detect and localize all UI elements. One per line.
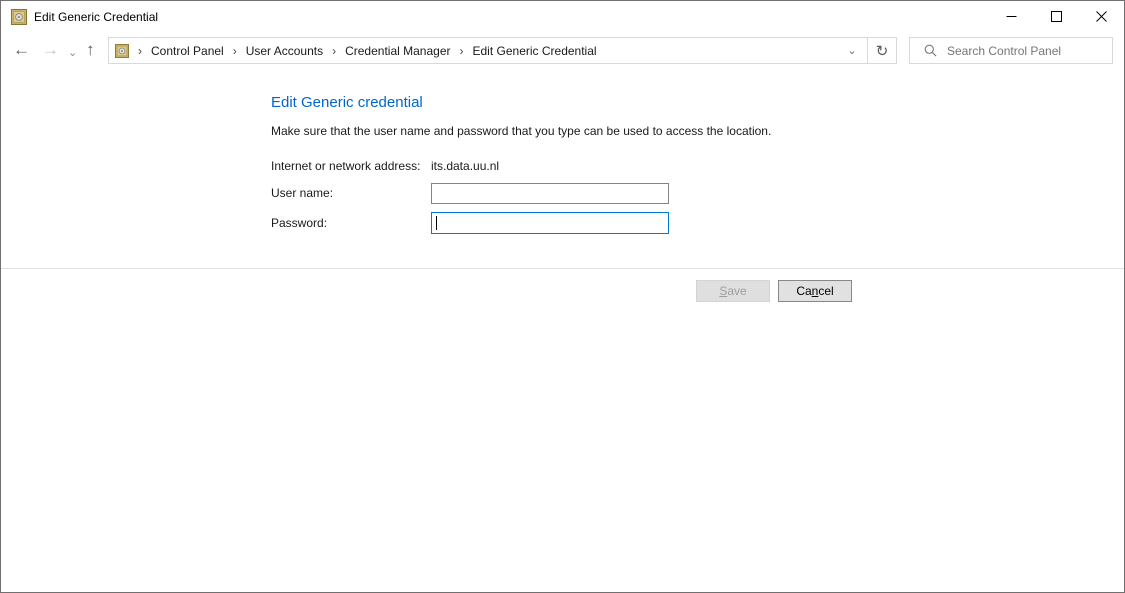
search-box[interactable]: [909, 37, 1113, 64]
close-icon: [1096, 11, 1107, 22]
page-title: Edit Generic credential: [271, 94, 423, 111]
address-value: its.data.uu.nl: [431, 159, 499, 173]
up-icon[interactable]: ↑: [86, 39, 95, 61]
breadcrumb-separator-icon: ›: [332, 44, 336, 58]
titlebar[interactable]: Edit Generic Credential: [1, 1, 1124, 33]
window-title: Edit Generic Credential: [34, 10, 158, 24]
breadcrumb-separator-icon: ›: [138, 44, 142, 58]
breadcrumb-dropdown-chevron-icon[interactable]: ⌄: [837, 44, 867, 57]
minimize-icon: [1006, 11, 1017, 22]
navigation-bar: ← → ⌄ ↑ › Control Panel › User Accounts …: [1, 33, 1124, 69]
refresh-icon: ↻: [876, 42, 889, 60]
password-field-wrap: [431, 212, 669, 234]
breadcrumb-separator-icon: ›: [233, 44, 237, 58]
text-caret: [436, 216, 437, 230]
footer-divider: [1, 268, 1124, 269]
breadcrumb-item-user-accounts[interactable]: User Accounts: [246, 44, 323, 58]
minimize-button[interactable]: [989, 1, 1034, 32]
search-icon: [924, 44, 937, 57]
breadcrumb[interactable]: › Control Panel › User Accounts › Creden…: [108, 37, 868, 64]
password-input[interactable]: [431, 212, 669, 234]
close-button[interactable]: [1079, 1, 1124, 32]
maximize-icon: [1051, 11, 1062, 22]
caption-buttons: [989, 1, 1124, 32]
cancel-button[interactable]: Cancel: [778, 280, 852, 302]
edit-generic-credential-window: Edit Generic Credential ← → ⌄ ↑: [0, 0, 1125, 593]
credential-manager-safe-icon: [11, 9, 27, 25]
credential-manager-safe-icon: [115, 44, 129, 58]
refresh-button[interactable]: ↻: [867, 37, 897, 64]
page-description: Make sure that the user name and passwor…: [271, 124, 771, 138]
breadcrumb-separator-icon: ›: [460, 44, 464, 58]
forward-icon[interactable]: →: [42, 39, 59, 61]
username-input[interactable]: [431, 183, 669, 204]
save-button[interactable]: Save: [696, 280, 770, 302]
recent-pages-chevron-icon[interactable]: ⌄: [68, 42, 77, 64]
breadcrumb-item-control-panel[interactable]: Control Panel: [151, 44, 224, 58]
password-label: Password:: [271, 216, 327, 230]
maximize-button[interactable]: [1034, 1, 1079, 32]
username-label: User name:: [271, 186, 333, 200]
username-field-wrap: [431, 183, 669, 204]
breadcrumb-item-credential-manager[interactable]: Credential Manager: [345, 44, 450, 58]
search-input[interactable]: [947, 44, 1112, 58]
address-label: Internet or network address:: [271, 159, 420, 173]
breadcrumb-item-edit-generic-credential[interactable]: Edit Generic Credential: [473, 44, 597, 58]
back-icon[interactable]: ←: [13, 39, 30, 61]
